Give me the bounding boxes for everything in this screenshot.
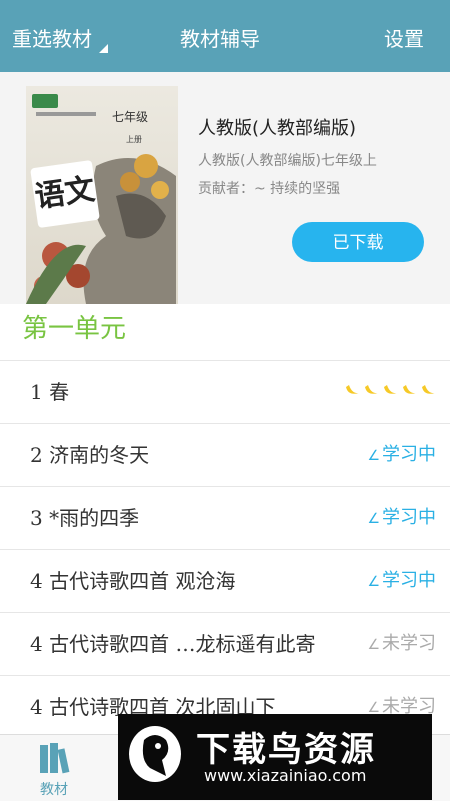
page-title: 教材辅导: [180, 27, 260, 51]
book-contributor: 贡献者：~ 持续的坚强: [198, 181, 341, 197]
tab-textbook-label: 教材: [40, 782, 68, 798]
lesson-row[interactable]: 3 *雨的四季 ∠ 学习中: [0, 486, 450, 549]
unit-title: 第一单元: [22, 314, 127, 344]
cover-subject: 语文: [30, 159, 100, 229]
lesson-list: 1 春 2 济南的冬天 ∠ 学习中 3 *雨的四季 ∠ 学习中 4 古代诗歌四首 观…: [0, 360, 450, 738]
banana-icon: [384, 385, 397, 394]
corner-triangle-icon: [99, 44, 108, 53]
bird-logo-icon: [129, 726, 181, 782]
lesson-title: 1 春: [30, 380, 70, 404]
reselect-textbook-label: 重选教材: [12, 27, 92, 51]
lesson-row[interactable]: 4 古代诗歌四首 …龙标遥有此寄 ∠ 未学习: [0, 612, 450, 675]
banana-icon: [365, 385, 378, 394]
pencil-icon: ∠: [367, 637, 380, 653]
lesson-status: ∠ 学习中: [367, 507, 436, 528]
lesson-row[interactable]: 1 春: [0, 360, 450, 423]
watermark-banner: 下载鸟资源 www.xiazainiao.com: [118, 714, 432, 800]
top-bar: 重选教材 教材辅导 设置: [0, 0, 450, 72]
banana-icon: [403, 385, 416, 394]
cover-caption: [36, 112, 96, 116]
lesson-title: 3 *雨的四季: [30, 506, 140, 530]
lesson-title: 4 古代诗歌四首 观沧海: [30, 569, 236, 593]
book-subtitle: 人教版(人教部编版)七年级上: [198, 153, 377, 169]
lesson-title: 4 古代诗歌四首 …龙标遥有此寄: [30, 632, 316, 656]
lesson-title: 2 济南的冬天: [30, 443, 150, 467]
settings-button[interactable]: 设置: [384, 0, 424, 72]
banana-icon: [346, 385, 359, 394]
lesson-row[interactable]: 2 济南的冬天 ∠ 学习中: [0, 423, 450, 486]
lesson-status: ∠ 学习中: [367, 444, 436, 465]
book-title: 人教版(人教部编版): [198, 118, 357, 139]
pencil-icon: ∠: [367, 574, 380, 590]
cover-grade: 七年级: [112, 110, 149, 124]
banana-rating: [344, 383, 436, 397]
pencil-icon: ∠: [367, 448, 380, 464]
cover-volume: 上册: [126, 135, 142, 144]
lesson-row[interactable]: 4 古代诗歌四首 观沧海 ∠ 学习中: [0, 549, 450, 612]
lesson-status: ∠ 学习中: [367, 570, 436, 591]
downloaded-button[interactable]: 已下载: [292, 222, 424, 262]
book-cover[interactable]: 七年级 上册 语文: [26, 86, 178, 304]
books-icon: [40, 743, 70, 774]
pencil-icon: ∠: [367, 511, 380, 527]
reselect-textbook-button[interactable]: 重选教材: [12, 0, 108, 72]
watermark-url: www.xiazainiao.com: [204, 766, 367, 785]
lesson-status: ∠ 未学习: [367, 633, 436, 654]
publisher-badge: [32, 94, 58, 108]
watermark-title: 下载鸟资源: [196, 730, 376, 770]
banana-icon: [422, 385, 435, 394]
